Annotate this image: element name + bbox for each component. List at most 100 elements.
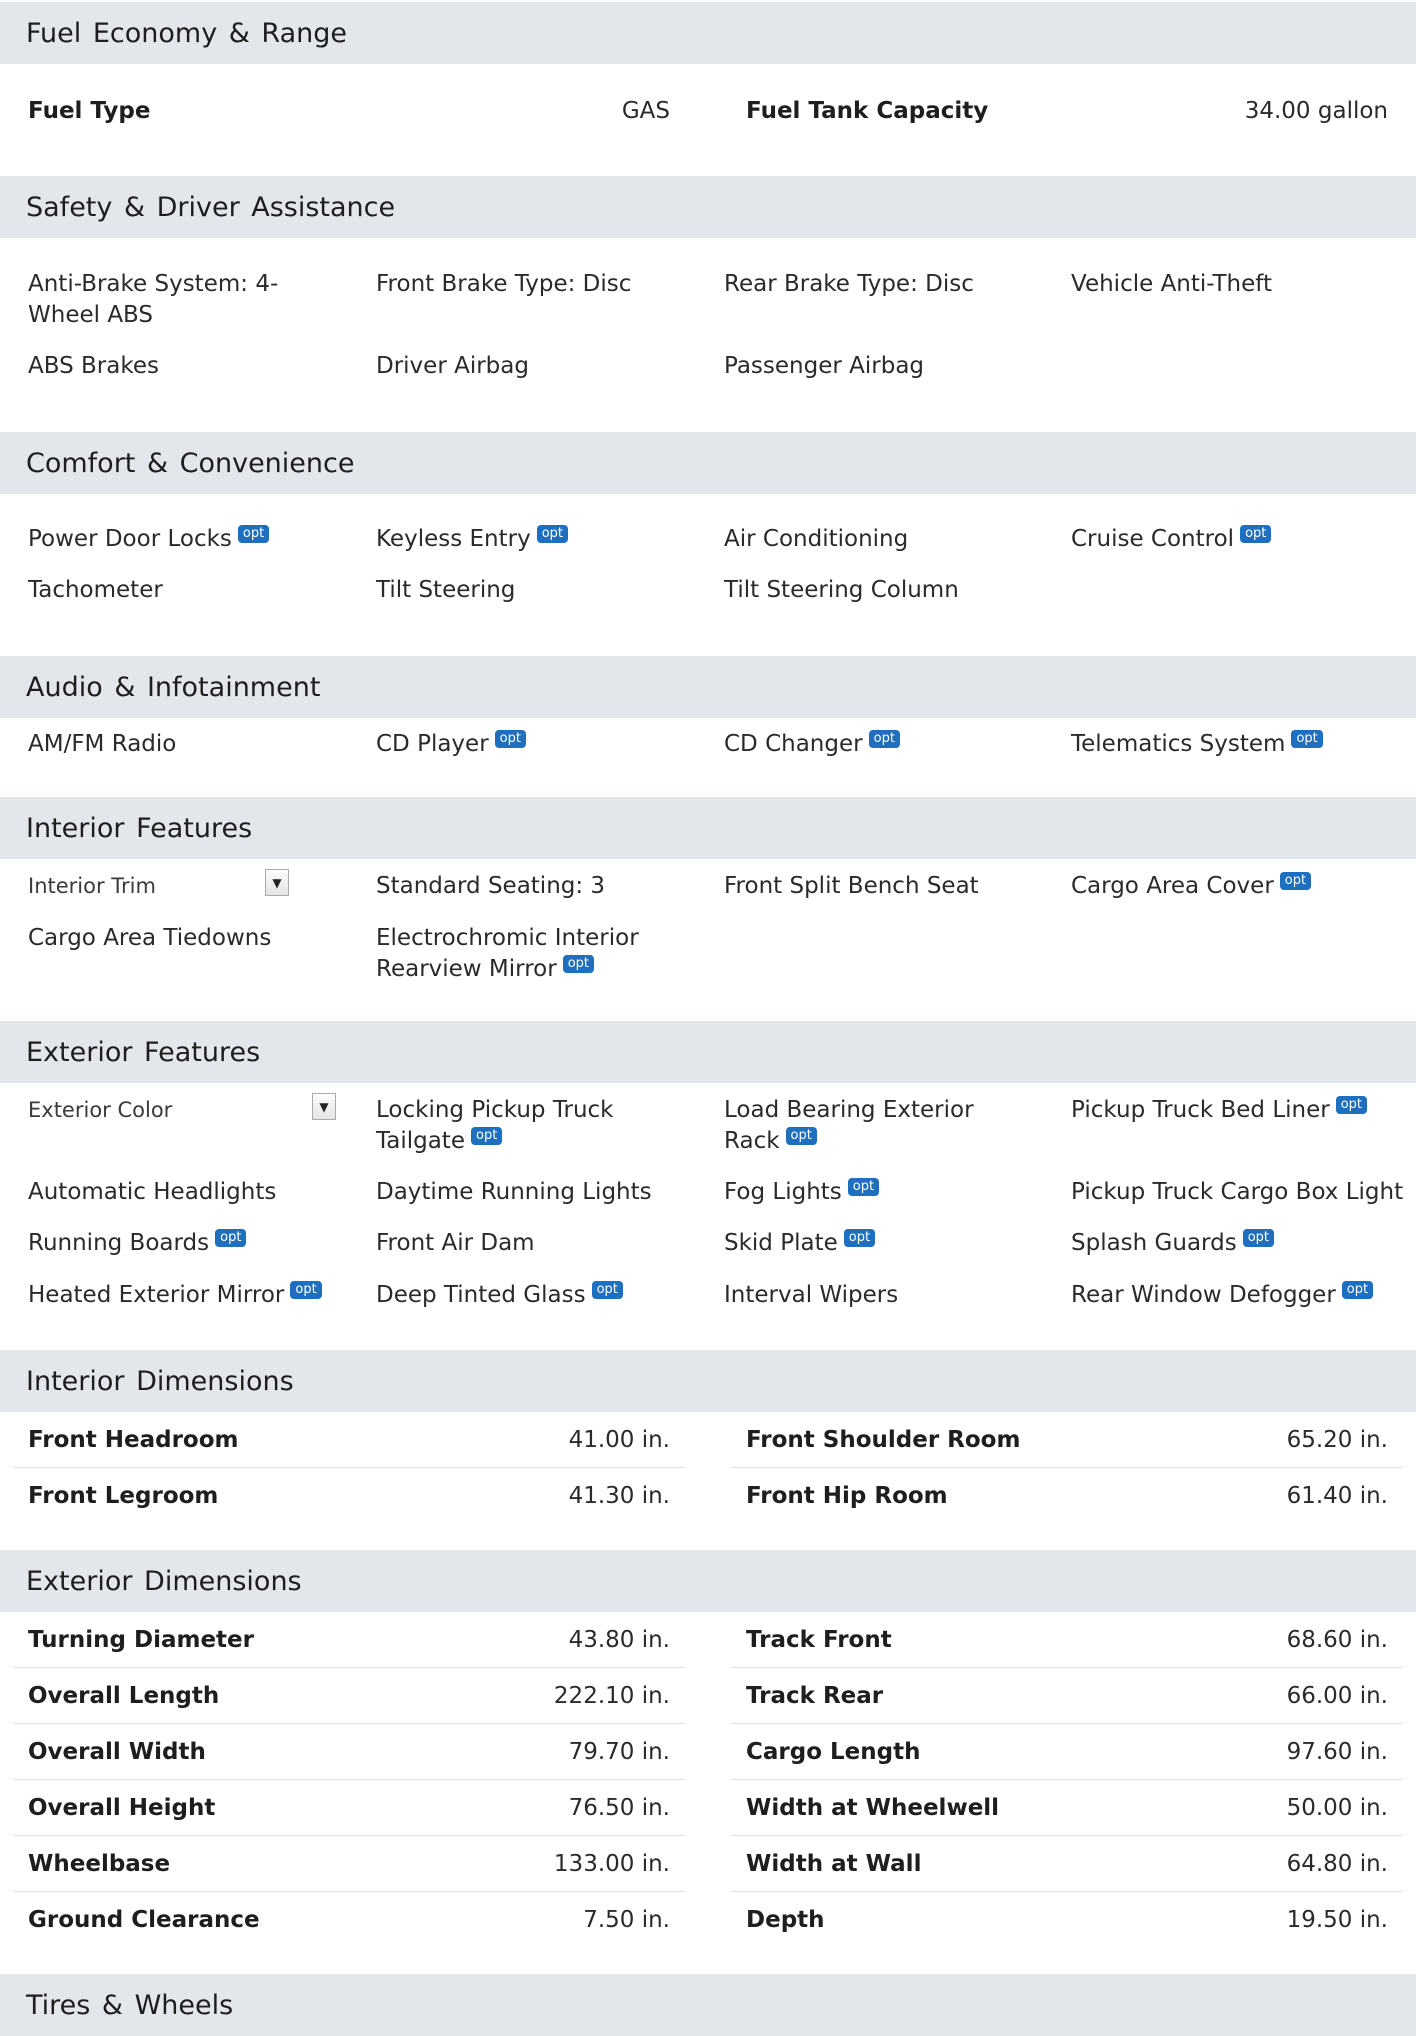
- section-header-safety: Safety & Driver Assistance: [0, 176, 1416, 238]
- optional-badge: opt: [290, 1281, 322, 1299]
- spec-value: 65.20 in.: [1286, 1426, 1388, 1453]
- spec-value: 97.60 in.: [1286, 1738, 1388, 1765]
- spec-label: Fuel Type: [28, 98, 151, 124]
- section-header-audio: Audio & Infotainment: [0, 656, 1416, 718]
- spec-label: Width at Wall: [746, 1850, 922, 1877]
- optional-badge: opt: [536, 525, 569, 543]
- spec-label: Width at Wheelwell: [746, 1794, 1000, 1821]
- spec-row: Turning Diameter 43.80 in.: [13, 1612, 685, 1668]
- spec-row: Front Headroom 41.00 in.: [13, 1412, 685, 1468]
- spec-value: 41.30 in.: [568, 1483, 670, 1509]
- chevron-down-icon[interactable]: ▼: [312, 1093, 336, 1120]
- feature-label: Keyless Entry: [376, 526, 531, 552]
- spec-row: Overall Length 222.10 in.: [13, 1668, 685, 1724]
- exterior-color-label: Exterior Color: [28, 1098, 173, 1122]
- feature-label: AM/FM Radio: [28, 731, 177, 757]
- feature-label: Tachometer: [28, 577, 163, 603]
- feature-item: Heated Exterior Mirror opt: [28, 1280, 348, 1311]
- interior-trim-label: Interior Trim: [28, 874, 156, 898]
- spec-value: 34.00 gallon: [1244, 98, 1388, 124]
- chevron-down-icon[interactable]: ▼: [265, 869, 289, 896]
- feature-label: Interval Wipers: [724, 1282, 899, 1308]
- feature-item: CD Changer opt: [724, 729, 1044, 760]
- spec-label: Wheelbase: [28, 1850, 171, 1877]
- optional-badge: opt: [1291, 730, 1323, 748]
- spec-value: 66.00 in.: [1286, 1682, 1388, 1709]
- feature-label: Passenger Airbag: [724, 353, 925, 379]
- spec-value: 64.80 in.: [1286, 1850, 1388, 1877]
- feature-item: Interval Wipers: [724, 1280, 1044, 1311]
- spec-label: Ground Clearance: [28, 1907, 260, 1933]
- feature-label: Rear Window Defogger: [1071, 1282, 1336, 1308]
- spec-row: Width at Wheelwell 50.00 in.: [731, 1780, 1403, 1836]
- feature-label: Heated Exterior Mirror: [28, 1282, 285, 1308]
- optional-badge: opt: [591, 1281, 623, 1299]
- section-title: Interior Features: [26, 812, 253, 844]
- feature-label: Fog Lights: [724, 1179, 842, 1205]
- spec-label: Overall Length: [28, 1682, 220, 1709]
- feature-item: Tachometer: [28, 575, 348, 606]
- feature-item: Front Split Bench Seat: [724, 871, 1044, 902]
- feature-label: CD Changer: [724, 731, 863, 757]
- spec-value: 79.70 in.: [568, 1738, 670, 1765]
- spec-label: Front Hip Room: [746, 1483, 948, 1509]
- feature-item: Power Door Locks opt: [28, 524, 348, 555]
- section-title: Exterior Features: [26, 1036, 261, 1068]
- feature-item: Tilt Steering Column: [724, 575, 1044, 606]
- feature-label: Standard Seating: 3: [376, 873, 606, 899]
- feature-label: Pickup Truck Cargo Box Light: [1071, 1179, 1404, 1205]
- feature-item: Keyless Entry opt: [376, 524, 696, 555]
- spec-label: Depth: [746, 1907, 825, 1933]
- section-header-comfort: Comfort & Convenience: [0, 432, 1416, 494]
- feature-label: Air Conditioning: [724, 526, 909, 552]
- spec-label: Overall Width: [28, 1738, 206, 1765]
- feature-item: Skid Plate opt: [724, 1228, 1044, 1259]
- feature-item: ABS Brakes: [28, 351, 348, 382]
- feature-label: Load Bearing Exterior Rack: [724, 1097, 974, 1154]
- feature-item: Locking Pickup Truck Tailgate opt: [376, 1095, 626, 1157]
- section-header-interior-dimensions: Interior Dimensions: [0, 1350, 1416, 1412]
- feature-label: Tilt Steering: [376, 577, 516, 603]
- section-title: Tires & Wheels: [26, 1989, 234, 2021]
- spec-label: Front Shoulder Room: [746, 1426, 1021, 1453]
- spec-row: Wheelbase 133.00 in.: [13, 1836, 685, 1892]
- feature-item: Driver Airbag: [376, 351, 696, 382]
- section-header-exterior: Exterior Features: [0, 1021, 1416, 1083]
- feature-label: Front Split Bench Seat: [724, 873, 979, 899]
- optional-badge: opt: [1279, 872, 1312, 890]
- feature-label: Cruise Control: [1071, 526, 1235, 552]
- optional-badge: opt: [847, 1178, 880, 1196]
- spec-row: Front Hip Room 61.40 in.: [731, 1468, 1403, 1524]
- feature-label: Telematics System: [1071, 731, 1286, 757]
- section-title: Comfort & Convenience: [26, 447, 355, 479]
- spec-value: 7.50 in.: [583, 1907, 670, 1933]
- spec-value: 61.40 in.: [1286, 1483, 1388, 1509]
- spec-row-tank-capacity: Fuel Tank Capacity 34.00 gallon: [731, 83, 1403, 139]
- optional-badge: opt: [1341, 1281, 1374, 1299]
- optional-badge: opt: [1240, 525, 1272, 543]
- feature-item: Standard Seating: 3: [376, 871, 696, 902]
- feature-item: Front Air Dam: [376, 1228, 696, 1259]
- feature-item: Electrochromic Interior Rearview Mirror o…: [376, 923, 666, 985]
- feature-item: Rear Window Defogger opt: [1071, 1280, 1411, 1311]
- feature-item: Air Conditioning: [724, 524, 1044, 555]
- feature-item: Cargo Area Tiedowns: [28, 923, 348, 954]
- feature-item: Running Boards opt: [28, 1228, 348, 1259]
- optional-badge: opt: [785, 1127, 817, 1145]
- feature-item: CD Player opt: [376, 729, 696, 760]
- spec-value: 41.00 in.: [568, 1426, 670, 1453]
- spec-label: Front Headroom: [28, 1426, 239, 1453]
- spec-row: Width at Wall 64.80 in.: [731, 1836, 1403, 1892]
- section-title: Safety & Driver Assistance: [26, 191, 396, 223]
- feature-label: Front Brake Type: Disc: [376, 271, 632, 297]
- spec-row: Front Legroom 41.30 in.: [13, 1468, 685, 1524]
- feature-item: Passenger Airbag: [724, 351, 1044, 382]
- optional-badge: opt: [237, 525, 270, 543]
- feature-label: Locking Pickup Truck Tailgate: [376, 1097, 614, 1154]
- feature-label: Anti-Brake System: 4-Wheel ABS: [28, 271, 279, 328]
- feature-item: Tilt Steering: [376, 575, 696, 606]
- feature-item: Pickup Truck Bed Liner opt: [1071, 1095, 1411, 1126]
- spec-value: GAS: [621, 98, 670, 124]
- section-title: Interior Dimensions: [26, 1365, 294, 1397]
- feature-item: Pickup Truck Cargo Box Light: [1071, 1177, 1411, 1208]
